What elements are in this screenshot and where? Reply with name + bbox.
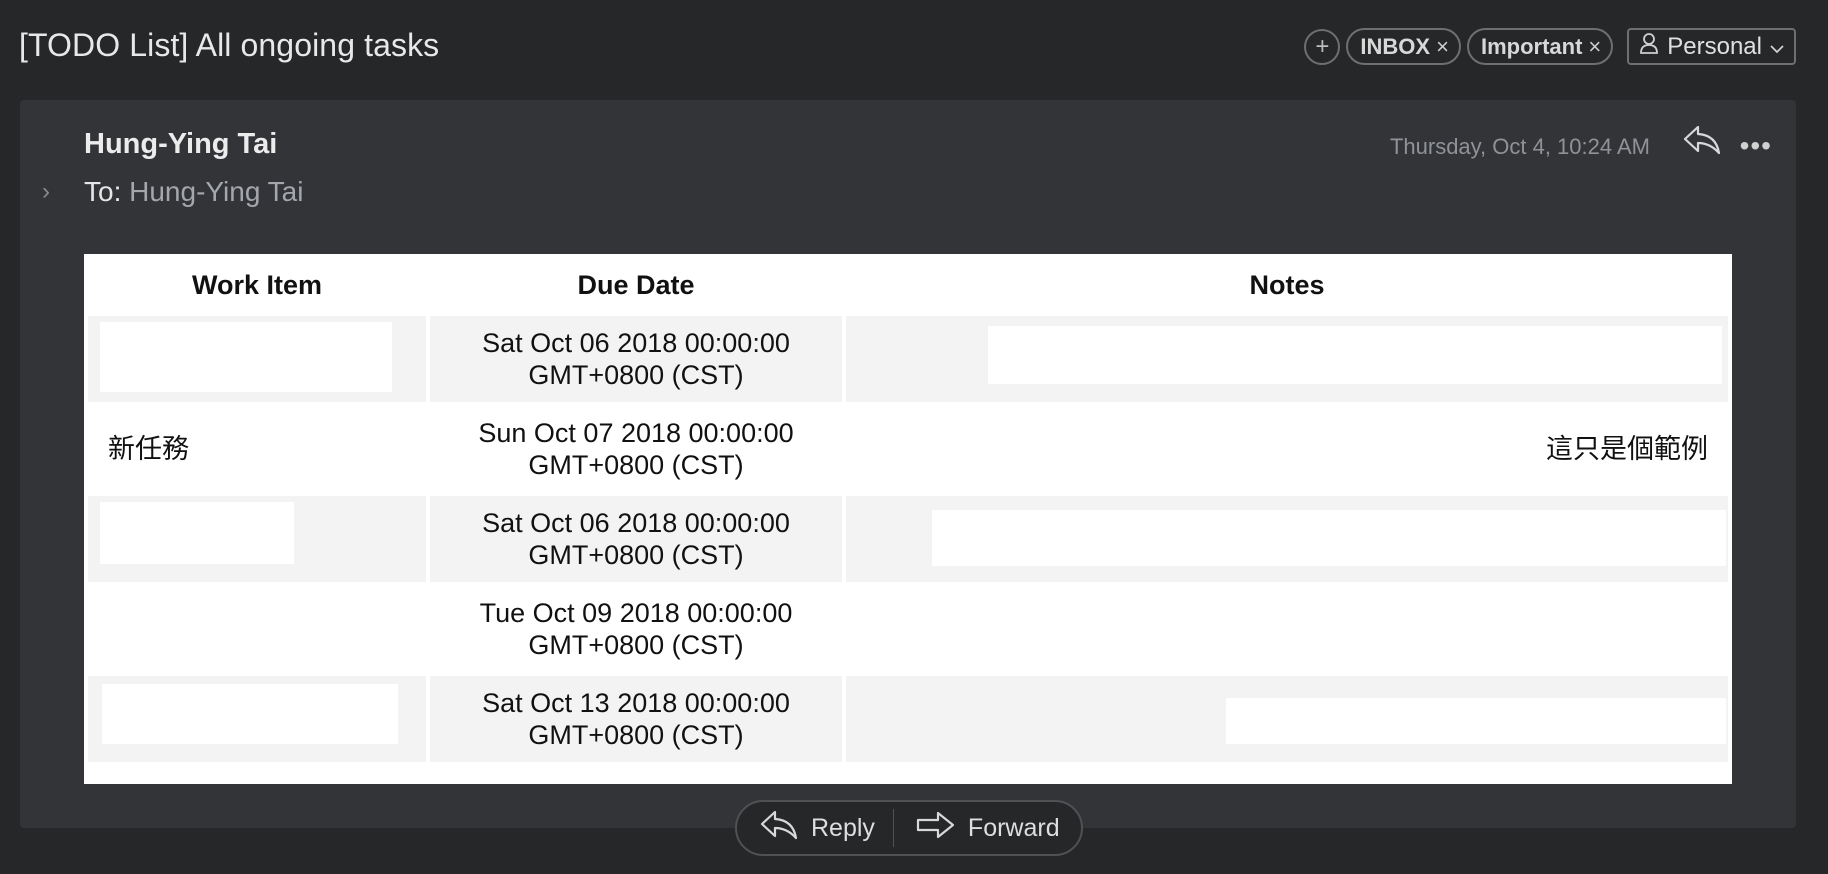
table-row: 新任務 Sun Oct 07 2018 00:00:00 GMT+0800 (C… — [88, 406, 1728, 492]
redacted-block — [100, 322, 392, 392]
table-row: Tue Oct 09 2018 00:00:00 GMT+0800 (CST) — [88, 586, 1728, 672]
forward-button[interactable]: Forward — [894, 802, 1078, 854]
redacted-block — [1226, 698, 1726, 744]
recipient-name[interactable]: Hung-Ying Tai — [129, 176, 303, 207]
forward-label: Forward — [967, 813, 1060, 842]
work-item-cell: 新任務 — [88, 406, 426, 492]
redacted-block — [932, 510, 1726, 566]
add-tag-button[interactable]: + — [1304, 28, 1341, 65]
email-subject: [TODO List] All ongoing tasks — [19, 27, 440, 63]
redacted-block — [100, 502, 294, 564]
remove-tag-icon[interactable]: × — [1588, 34, 1601, 60]
due-date-line: GMT+0800 (CST) — [528, 360, 744, 390]
plus-icon: + — [1315, 32, 1330, 60]
due-date-cell: Sat Oct 13 2018 00:00:00 GMT+0800 (CST) — [430, 676, 842, 762]
notes-cell: 這只是個範例 — [846, 406, 1728, 492]
tag-label: INBOX — [1360, 33, 1431, 59]
message-card: Hung-Ying Tai › To: Hung-Ying Tai Thursd… — [20, 100, 1796, 828]
chevron-down-icon — [1770, 33, 1784, 61]
notes-cell — [846, 316, 1728, 402]
notes-cell — [846, 586, 1728, 672]
due-date-cell: Tue Oct 09 2018 00:00:00 GMT+0800 (CST) — [430, 586, 842, 672]
due-date-cell: Sat Oct 06 2018 00:00:00 GMT+0800 (CST) — [430, 316, 842, 402]
recipient-row: To: Hung-Ying Tai — [84, 176, 303, 208]
due-date-cell: Sat Oct 06 2018 00:00:00 GMT+0800 (CST) — [430, 496, 842, 582]
due-date-line: GMT+0800 (CST) — [528, 540, 744, 570]
due-date-cell: Sun Oct 07 2018 00:00:00 GMT+0800 (CST) — [430, 406, 842, 492]
redacted-block — [102, 684, 398, 744]
reply-button[interactable]: Reply — [737, 802, 893, 854]
todo-table: Work Item Due Date Notes Sat Oct 06 2018… — [84, 254, 1732, 766]
work-item-cell — [88, 496, 426, 582]
to-label: To: — [84, 176, 122, 207]
reply-icon — [759, 809, 799, 848]
table-row: Sat Oct 13 2018 00:00:00 GMT+0800 (CST) — [88, 676, 1728, 762]
notes-cell — [846, 496, 1728, 582]
column-header-due-date: Due Date — [577, 269, 695, 300]
email-body: Work Item Due Date Notes Sat Oct 06 2018… — [84, 254, 1732, 784]
header-actions: + INBOX × Important × Personal — [1304, 28, 1796, 65]
notes-text: 這只是個範例 — [1546, 434, 1708, 464]
person-icon — [1639, 32, 1659, 61]
due-date-line: Sat Oct 06 2018 00:00:00 — [482, 328, 790, 358]
column-header-work-item: Work Item — [191, 269, 323, 300]
remove-tag-icon[interactable]: × — [1436, 34, 1449, 60]
tag-important[interactable]: Important × — [1466, 28, 1614, 65]
more-icon[interactable]: ••• — [1740, 130, 1772, 162]
notes-cell — [846, 676, 1728, 762]
account-selector[interactable]: Personal — [1627, 28, 1796, 65]
tag-label: Important — [1480, 33, 1583, 59]
due-date-line: Sat Oct 06 2018 00:00:00 — [482, 508, 790, 538]
table-row: Sat Oct 06 2018 00:00:00 GMT+0800 (CST) — [88, 316, 1728, 402]
due-date-line: GMT+0800 (CST) — [528, 450, 744, 480]
redacted-block — [988, 326, 1722, 384]
due-date-line: GMT+0800 (CST) — [528, 720, 744, 750]
due-date-line: Sun Oct 07 2018 00:00:00 — [478, 418, 794, 448]
sender-name[interactable]: Hung-Ying Tai — [84, 128, 277, 161]
message-date: Thursday, Oct 4, 10:24 AM — [1389, 134, 1650, 159]
chevron-right-icon[interactable]: › — [42, 178, 50, 206]
table-row: Sat Oct 06 2018 00:00:00 GMT+0800 (CST) — [88, 496, 1728, 582]
reply-forward-bar: Reply Forward — [735, 800, 1083, 856]
due-date-line: Sat Oct 13 2018 00:00:00 — [482, 688, 790, 718]
due-date-line: GMT+0800 (CST) — [528, 630, 744, 660]
column-header-notes: Notes — [1249, 269, 1325, 300]
account-label: Personal — [1667, 32, 1762, 60]
work-item-cell — [88, 676, 426, 762]
reply-label: Reply — [811, 813, 875, 842]
work-item-text: 新任務 — [108, 434, 189, 464]
work-item-cell — [88, 316, 426, 402]
tag-inbox[interactable]: INBOX × — [1346, 28, 1461, 65]
table-header-row: Work Item Due Date Notes — [88, 258, 1728, 312]
reply-icon[interactable] — [1682, 124, 1722, 161]
work-item-cell — [88, 586, 426, 672]
due-date-line: Tue Oct 09 2018 00:00:00 — [479, 598, 793, 628]
forward-arrow-icon — [916, 810, 956, 847]
